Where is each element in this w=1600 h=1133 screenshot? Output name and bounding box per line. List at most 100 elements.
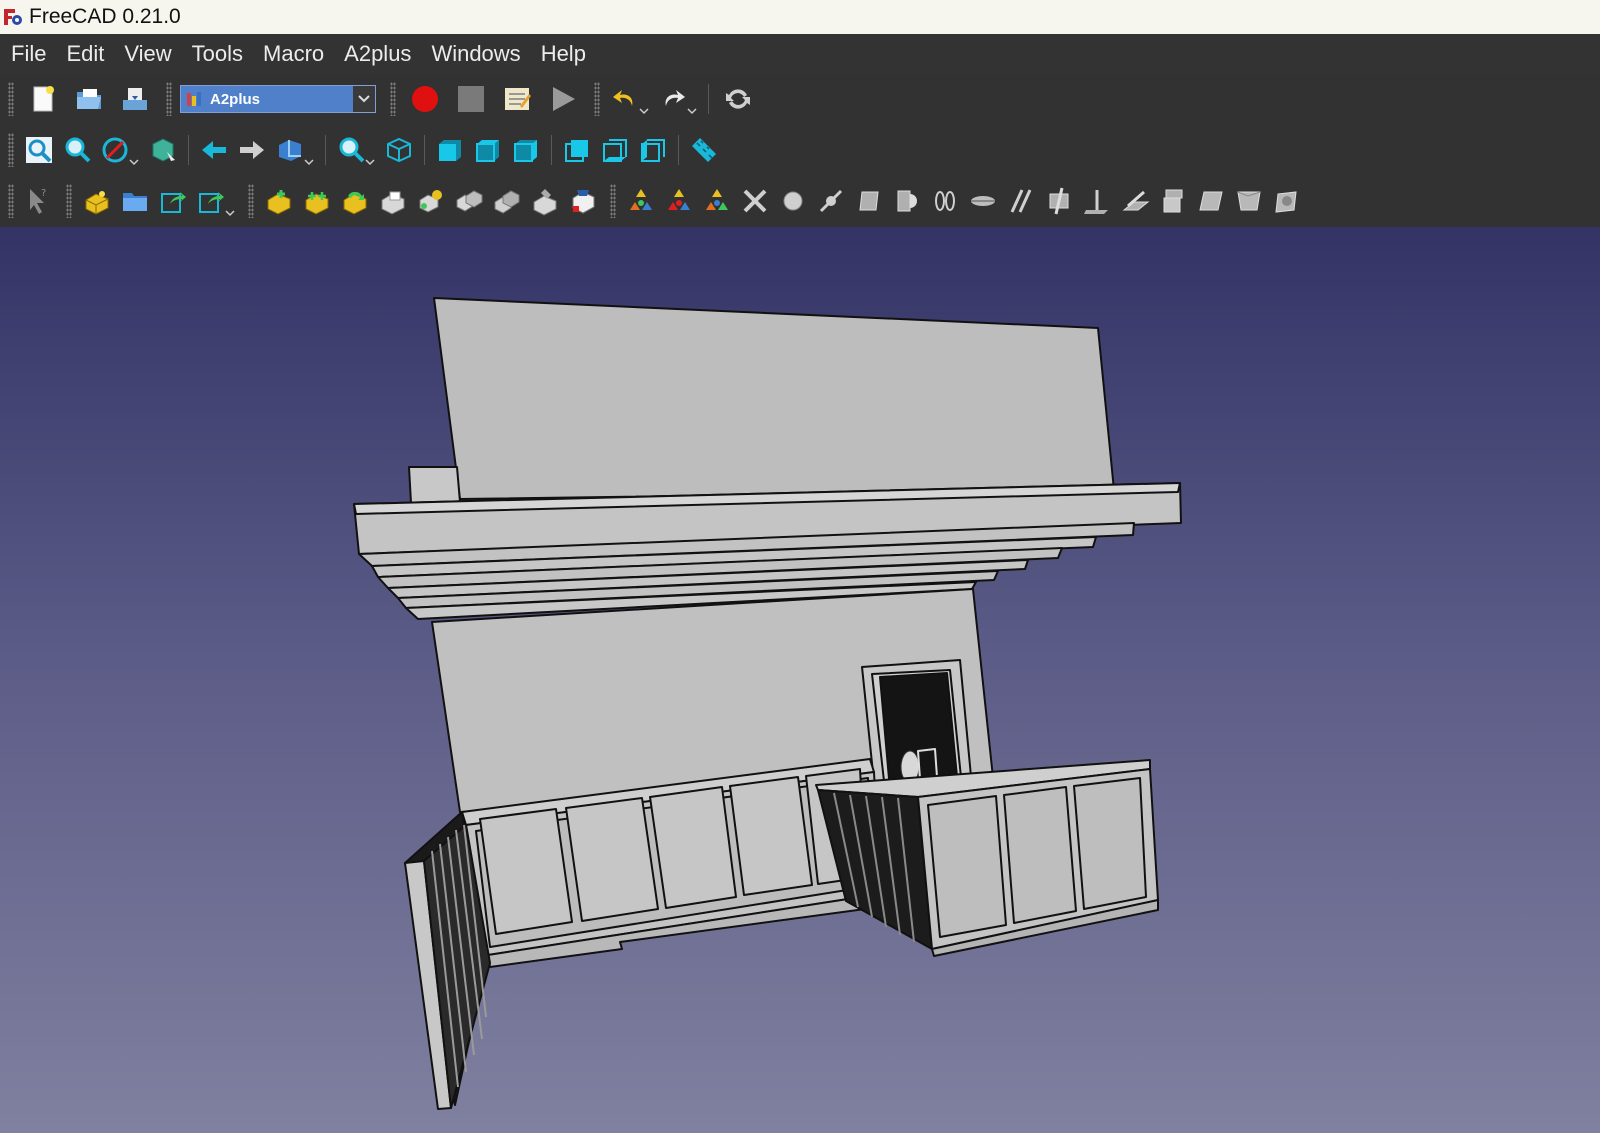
svg-text:?: ? xyxy=(41,188,46,199)
solve-button[interactable] xyxy=(625,181,657,221)
measure-icon xyxy=(692,137,716,162)
menu-help[interactable]: Help xyxy=(531,34,596,74)
fit-all-icon xyxy=(26,136,52,163)
save-document-button[interactable] xyxy=(115,79,155,119)
planes-coincident-button[interactable] xyxy=(1195,181,1227,221)
toggle-autosolve-button[interactable] xyxy=(663,181,695,221)
fixed-part-button[interactable] xyxy=(529,181,561,221)
toolbar-grip[interactable] xyxy=(248,184,254,218)
select-button[interactable]: ? xyxy=(23,181,55,221)
toolbar-separator xyxy=(188,134,189,165)
toolbar-grip[interactable] xyxy=(8,132,14,167)
menu-windows[interactable]: Windows xyxy=(421,34,530,74)
toolbar-grip[interactable] xyxy=(8,184,14,218)
axis-plane-normal-button[interactable] xyxy=(1119,181,1151,221)
toolbar-row-file-macro-edit: A2plus xyxy=(0,74,1600,124)
stop-macro-button[interactable] xyxy=(451,79,491,119)
axis-plane-angle-button[interactable] xyxy=(1081,181,1113,221)
export-button[interactable] xyxy=(157,181,189,221)
sphere-constraint-icon xyxy=(897,190,917,212)
isometric-view-button[interactable] xyxy=(383,130,415,170)
workbench-selector[interactable]: A2plus xyxy=(180,85,376,113)
axis-coincident-button[interactable] xyxy=(967,181,999,221)
point-on-plane-button[interactable] xyxy=(853,181,885,221)
std-views-button[interactable] xyxy=(274,130,306,170)
refresh-button[interactable] xyxy=(718,79,758,119)
menu-tools[interactable]: Tools xyxy=(182,34,253,74)
toolbar-grip[interactable] xyxy=(66,184,72,218)
edit-part-button[interactable] xyxy=(377,181,409,221)
plane-parallel-icon xyxy=(1163,189,1183,213)
export-dropdown-button[interactable] xyxy=(195,181,227,221)
import-part-button[interactable] xyxy=(263,181,295,221)
point-identity-button[interactable] xyxy=(777,181,809,221)
move-part-icon xyxy=(494,190,520,214)
axis-plane-parallel-button[interactable] xyxy=(1043,181,1075,221)
import-shape-button[interactable] xyxy=(301,181,333,221)
toolbar-grip[interactable] xyxy=(166,82,172,116)
angled-planes-button[interactable] xyxy=(1233,181,1265,221)
toggle-autosolve-icon xyxy=(668,189,690,210)
axis-parallel-button[interactable] xyxy=(1005,181,1037,221)
fit-selection-button[interactable] xyxy=(61,130,93,170)
edit-macro-icon xyxy=(505,88,531,110)
menu-view[interactable]: View xyxy=(114,34,181,74)
bottom-view-button[interactable] xyxy=(599,130,631,170)
point-on-line-icon xyxy=(819,189,843,213)
center-of-mass-icon xyxy=(1275,191,1297,213)
rear-view-button[interactable] xyxy=(561,130,593,170)
open-folder-icon xyxy=(123,193,147,211)
record-macro-button[interactable] xyxy=(405,79,445,119)
center-of-mass-button[interactable] xyxy=(1271,181,1303,221)
menu-edit[interactable]: Edit xyxy=(56,34,114,74)
select-icon: ? xyxy=(30,188,46,214)
add-part-button[interactable] xyxy=(81,181,113,221)
redo-button[interactable] xyxy=(657,79,689,119)
zoom-button[interactable] xyxy=(335,130,367,170)
open-document-button[interactable] xyxy=(69,79,109,119)
sphere-constraint-button[interactable] xyxy=(891,181,923,221)
bounding-box-button[interactable] xyxy=(147,130,179,170)
toolbar-grip[interactable] xyxy=(8,82,14,116)
top-view-button[interactable] xyxy=(472,130,504,170)
toolbar-grip[interactable] xyxy=(390,82,396,116)
show-connections-button[interactable] xyxy=(567,181,599,221)
right-view-button[interactable] xyxy=(510,130,542,170)
std-views-icon xyxy=(279,139,301,161)
new-document-button[interactable] xyxy=(23,79,63,119)
toolbar-separator xyxy=(551,134,552,165)
fit-all-button[interactable] xyxy=(23,130,55,170)
undo-button[interactable] xyxy=(609,79,641,119)
chevron-down-icon[interactable] xyxy=(353,86,375,112)
delete-constraints-icon xyxy=(743,189,767,213)
forward-button[interactable] xyxy=(236,130,268,170)
move-part-button[interactable] xyxy=(491,181,523,221)
plane-parallel-button[interactable] xyxy=(1157,181,1189,221)
measure-button[interactable] xyxy=(688,130,720,170)
duplicate-part-icon xyxy=(419,190,442,213)
execute-macro-button[interactable] xyxy=(543,79,583,119)
delete-constraints-button[interactable] xyxy=(739,181,771,221)
left-view-button[interactable] xyxy=(637,130,669,170)
back-button[interactable] xyxy=(198,130,230,170)
duplicate-part-button[interactable] xyxy=(415,181,447,221)
toolbar-grip[interactable] xyxy=(594,82,600,116)
draw-style-button[interactable] xyxy=(99,130,131,170)
update-imports-button[interactable] xyxy=(339,181,371,221)
front-view-button[interactable] xyxy=(434,130,466,170)
toolbar-grip[interactable] xyxy=(610,184,616,218)
solve-icon xyxy=(630,189,652,210)
rear-view-icon xyxy=(565,139,588,162)
open-folder-button[interactable] xyxy=(119,181,151,221)
circular-edge-button[interactable] xyxy=(929,181,961,221)
edit-macro-button[interactable] xyxy=(497,79,537,119)
menu-file[interactable]: File xyxy=(0,34,56,74)
add-part-icon xyxy=(85,191,109,215)
freecad-logo-icon xyxy=(2,6,24,28)
point-on-line-button[interactable] xyxy=(815,181,847,221)
constraint-sub-button[interactable] xyxy=(701,181,733,221)
3d-viewport[interactable] xyxy=(0,227,1600,1133)
menu-a2plus[interactable]: A2plus xyxy=(334,34,421,74)
convert-part-button[interactable] xyxy=(453,181,485,221)
menu-macro[interactable]: Macro xyxy=(253,34,334,74)
